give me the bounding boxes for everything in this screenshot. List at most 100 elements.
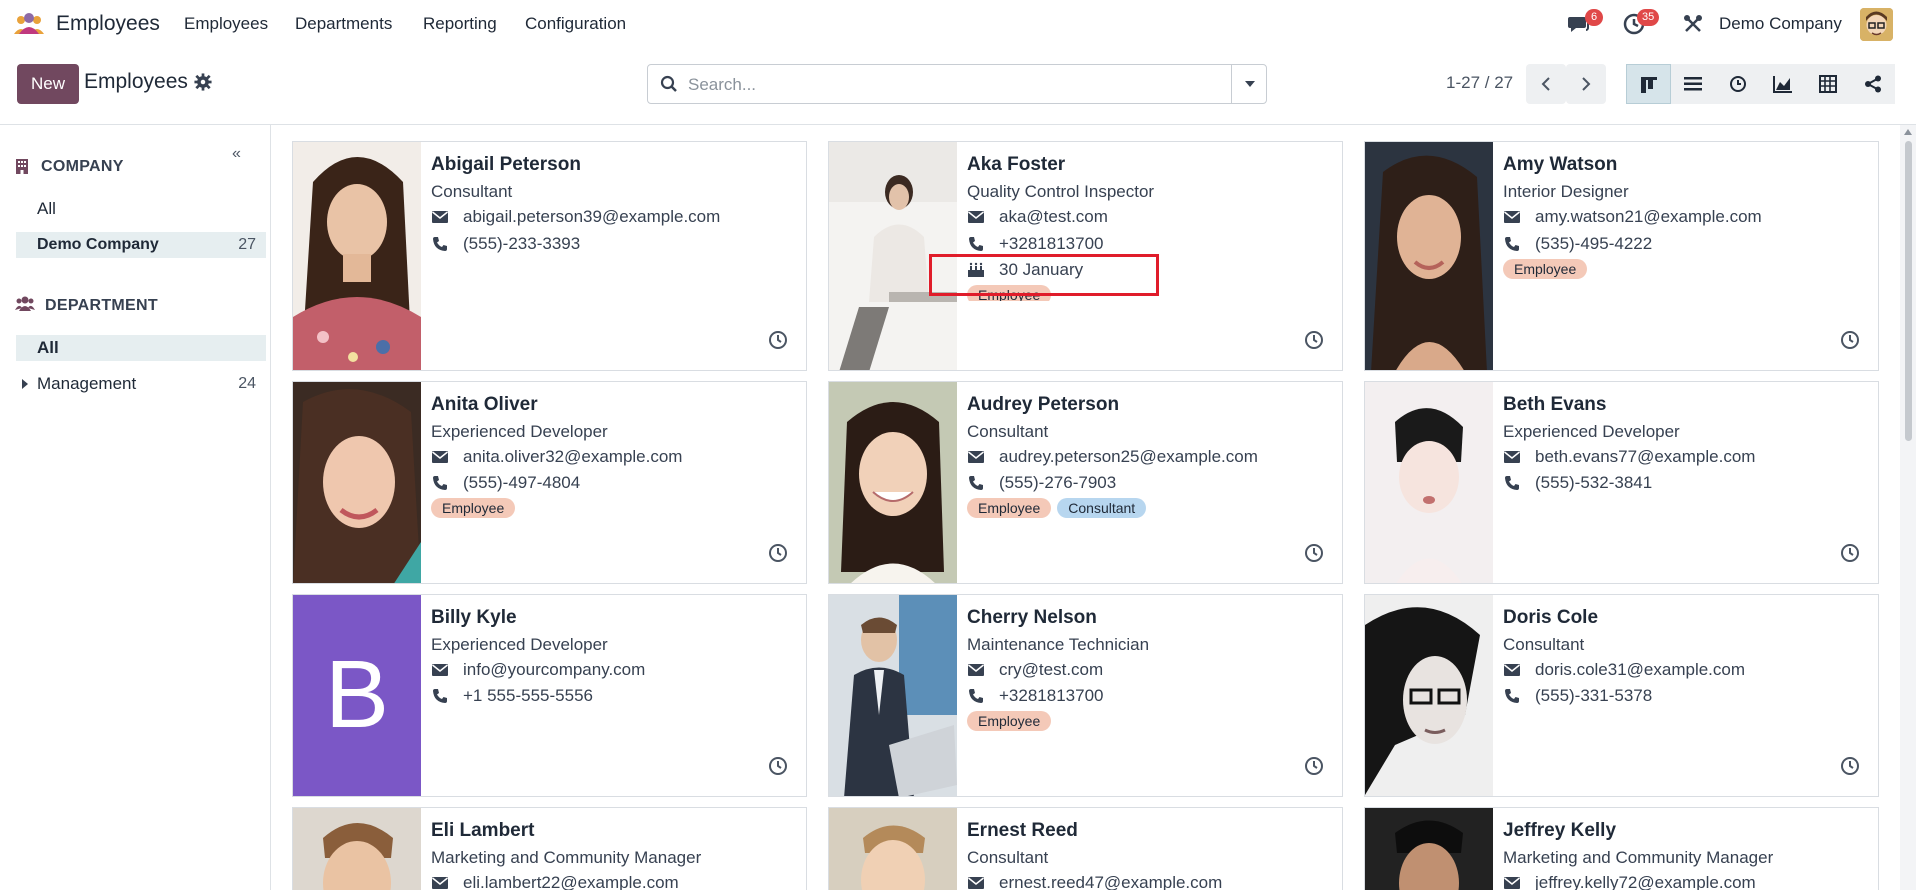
employee-email[interactable]: abigail.peterson39@example.com	[463, 207, 720, 227]
employee-phone-line: (535)-495-4222	[1503, 234, 1652, 254]
envelope-icon	[968, 664, 984, 676]
employee-photo-image	[293, 142, 421, 370]
top-navbar: Employees Employees Departments Reportin…	[0, 0, 1916, 48]
employee-card[interactable]: Amy Watson Interior Designer amy.watson2…	[1364, 141, 1879, 371]
employee-card[interactable]: Eli Lambert Marketing and Community Mana…	[292, 807, 807, 890]
pager-value[interactable]: 1-27 / 27	[1446, 73, 1513, 93]
employee-photo-image	[293, 808, 421, 890]
search-input[interactable]	[688, 73, 1208, 97]
employee-phone[interactable]: +3281813700	[999, 234, 1103, 254]
pivot-view-button[interactable]	[1806, 64, 1851, 104]
scroll-up-arrow-icon[interactable]	[1904, 129, 1912, 135]
activity-clock-icon[interactable]	[768, 330, 788, 350]
phone-icon	[433, 689, 447, 703]
employee-email[interactable]: jeffrey.kelly72@example.com	[1535, 873, 1756, 890]
menu-departments[interactable]: Departments	[295, 14, 392, 34]
activities-badge: 35	[1637, 9, 1660, 26]
activity-clock-icon[interactable]	[768, 543, 788, 563]
employee-card[interactable]: Abigail Peterson Consultant abigail.pete…	[292, 141, 807, 371]
kanban-view-button[interactable]	[1626, 64, 1671, 104]
employee-card[interactable]: Audrey Peterson Consultant audrey.peters…	[828, 381, 1343, 584]
app-name[interactable]: Employees	[56, 12, 160, 36]
department-filter-all[interactable]: All	[16, 335, 266, 361]
phone-icon	[433, 476, 447, 490]
messages-badge: 6	[1585, 9, 1603, 26]
employee-photo	[1365, 142, 1493, 370]
scrollbar-thumb[interactable]	[1905, 141, 1912, 441]
gear-icon[interactable]	[194, 73, 212, 91]
menu-reporting[interactable]: Reporting	[423, 14, 497, 34]
employee-card[interactable]: Cherry Nelson Maintenance Technician cry…	[828, 594, 1343, 797]
department-filter-all-label: All	[37, 338, 59, 357]
menu-employees[interactable]: Employees	[184, 14, 268, 34]
employee-phone[interactable]: +3281813700	[999, 686, 1103, 706]
menu-configuration[interactable]: Configuration	[525, 14, 626, 34]
employee-job-title: Marketing and Community Manager	[1503, 848, 1774, 867]
employee-email[interactable]: cry@test.com	[999, 660, 1103, 680]
hierarchy-view-button[interactable]	[1851, 64, 1895, 104]
employee-email[interactable]: ernest.reed47@example.com	[999, 873, 1222, 890]
employee-phone[interactable]: (535)-495-4222	[1535, 234, 1652, 254]
employees-app-icon[interactable]	[12, 12, 46, 36]
employee-photo	[829, 808, 957, 890]
list-view-button[interactable]	[1671, 64, 1716, 104]
activity-clock-icon[interactable]	[1840, 330, 1860, 350]
envelope-icon	[968, 451, 984, 463]
employee-card[interactable]: Beth Evans Experienced Developer beth.ev…	[1364, 381, 1879, 584]
employee-email[interactable]: info@yourcompany.com	[463, 660, 645, 680]
employee-email[interactable]: eli.lambert22@example.com	[463, 873, 679, 890]
tag-employee: Employee	[431, 498, 516, 518]
employee-photo	[293, 808, 421, 890]
activity-clock-icon[interactable]	[1304, 330, 1324, 350]
activity-clock-icon[interactable]	[768, 756, 788, 776]
activity-clock-icon[interactable]	[1304, 756, 1324, 776]
search-options-toggle-icon[interactable]	[1244, 80, 1256, 88]
employee-email[interactable]: amy.watson21@example.com	[1535, 207, 1762, 227]
employee-photo	[829, 382, 957, 583]
activity-clock-icon[interactable]	[1840, 756, 1860, 776]
employee-card[interactable]: B Billy Kyle Experienced Developer info@…	[292, 594, 807, 797]
phone-icon	[969, 237, 983, 251]
department-filter-count: 24	[238, 375, 256, 392]
activity-clock-icon[interactable]	[1304, 543, 1324, 563]
employee-card[interactable]: Anita Oliver Experienced Developer anita…	[292, 381, 807, 584]
user-avatar[interactable]	[1860, 8, 1893, 41]
debug-tools-icon[interactable]	[1683, 14, 1703, 34]
employee-phone-line: (555)-233-3393	[431, 234, 580, 254]
kanban-scrollbar[interactable]	[1900, 125, 1916, 890]
employee-phone[interactable]: (555)-233-3393	[463, 234, 580, 254]
employee-phone-line: +1 555-555-5556	[431, 686, 593, 706]
employee-phone[interactable]: +1 555-555-5556	[463, 686, 593, 706]
collapse-sidebar-icon[interactable]: «	[232, 145, 241, 163]
company-switcher[interactable]: Demo Company	[1719, 14, 1842, 34]
envelope-icon	[968, 877, 984, 889]
employee-phone[interactable]: (555)-276-7903	[999, 473, 1116, 493]
building-icon	[16, 159, 28, 174]
employee-phone[interactable]: (555)-532-3841	[1535, 473, 1652, 493]
employee-phone[interactable]: (555)-331-5378	[1535, 686, 1652, 706]
employee-email[interactable]: audrey.peterson25@example.com	[999, 447, 1258, 467]
pager-next-button[interactable]	[1566, 64, 1606, 104]
employee-email[interactable]: aka@test.com	[999, 207, 1108, 227]
pager-previous-button[interactable]	[1526, 64, 1566, 104]
employee-job-title: Marketing and Community Manager	[431, 848, 702, 867]
employee-card[interactable]: Ernest Reed Consultant ernest.reed47@exa…	[828, 807, 1343, 890]
graph-view-button[interactable]	[1761, 64, 1806, 104]
employee-phone[interactable]: (555)-497-4804	[463, 473, 580, 493]
employee-card[interactable]: Jeffrey Kelly Marketing and Community Ma…	[1364, 807, 1879, 890]
activity-clock-icon[interactable]	[1840, 543, 1860, 563]
activity-view-button[interactable]	[1716, 64, 1761, 104]
employee-photo	[1365, 808, 1493, 890]
employee-name: Beth Evans	[1503, 394, 1607, 415]
envelope-icon	[432, 877, 448, 889]
employee-email[interactable]: anita.oliver32@example.com	[463, 447, 682, 467]
caret-right-icon[interactable]	[22, 379, 28, 389]
employee-card[interactable]: Doris Cole Consultant doris.cole31@examp…	[1364, 594, 1879, 797]
new-button[interactable]: New	[17, 64, 79, 104]
employee-email[interactable]: doris.cole31@example.com	[1535, 660, 1745, 680]
envelope-icon	[1504, 664, 1520, 676]
department-filter-management[interactable]: Management 24	[16, 371, 266, 397]
company-filter-demo-company[interactable]: Demo Company 27	[16, 232, 266, 258]
company-filter-all[interactable]: All	[16, 196, 266, 222]
employee-email[interactable]: beth.evans77@example.com	[1535, 447, 1755, 467]
